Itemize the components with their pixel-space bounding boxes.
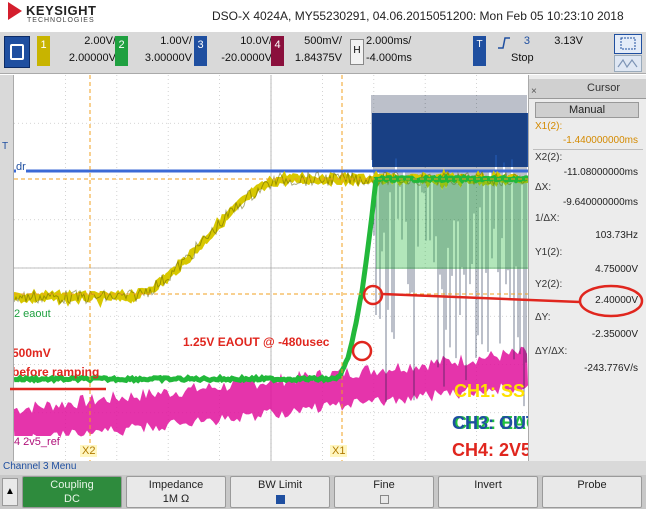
coupling-title: Coupling xyxy=(50,479,94,491)
impedance-value: 1M Ω xyxy=(162,493,190,505)
invert-softkey[interactable]: Invert xyxy=(438,476,538,508)
probe-title: Probe xyxy=(577,479,607,491)
y2-intersection-circle xyxy=(362,284,384,306)
probe-softkey[interactable]: Probe xyxy=(542,476,642,508)
coupling-value: DC xyxy=(64,493,80,505)
impedance-title: Impedance xyxy=(148,479,204,491)
fine-softkey[interactable]: Fine xyxy=(334,476,434,508)
annotation-overlay xyxy=(10,284,644,391)
impedance-softkey[interactable]: Impedance 1M Ω xyxy=(126,476,226,508)
bw-limit-title: BW Limit xyxy=(258,479,302,491)
bw-limit-softkey[interactable]: BW Limit xyxy=(230,476,330,508)
ramp-point-circle xyxy=(351,340,373,362)
softkey-bar: ▲ Coupling DC Impedance 1M Ω BW Limit Fi… xyxy=(0,475,646,509)
y2-value-highlight xyxy=(578,284,644,318)
menu-title: Channel 3 Menu xyxy=(0,461,646,475)
bw-limit-checkbox xyxy=(275,495,285,504)
fine-checkbox xyxy=(379,495,389,504)
coupling-softkey[interactable]: Coupling DC xyxy=(22,476,122,508)
fine-title: Fine xyxy=(373,479,395,491)
cursor-connector-line xyxy=(381,292,581,304)
menu-up-button[interactable]: ▲ xyxy=(2,478,18,506)
invert-title: Invert xyxy=(474,479,502,491)
